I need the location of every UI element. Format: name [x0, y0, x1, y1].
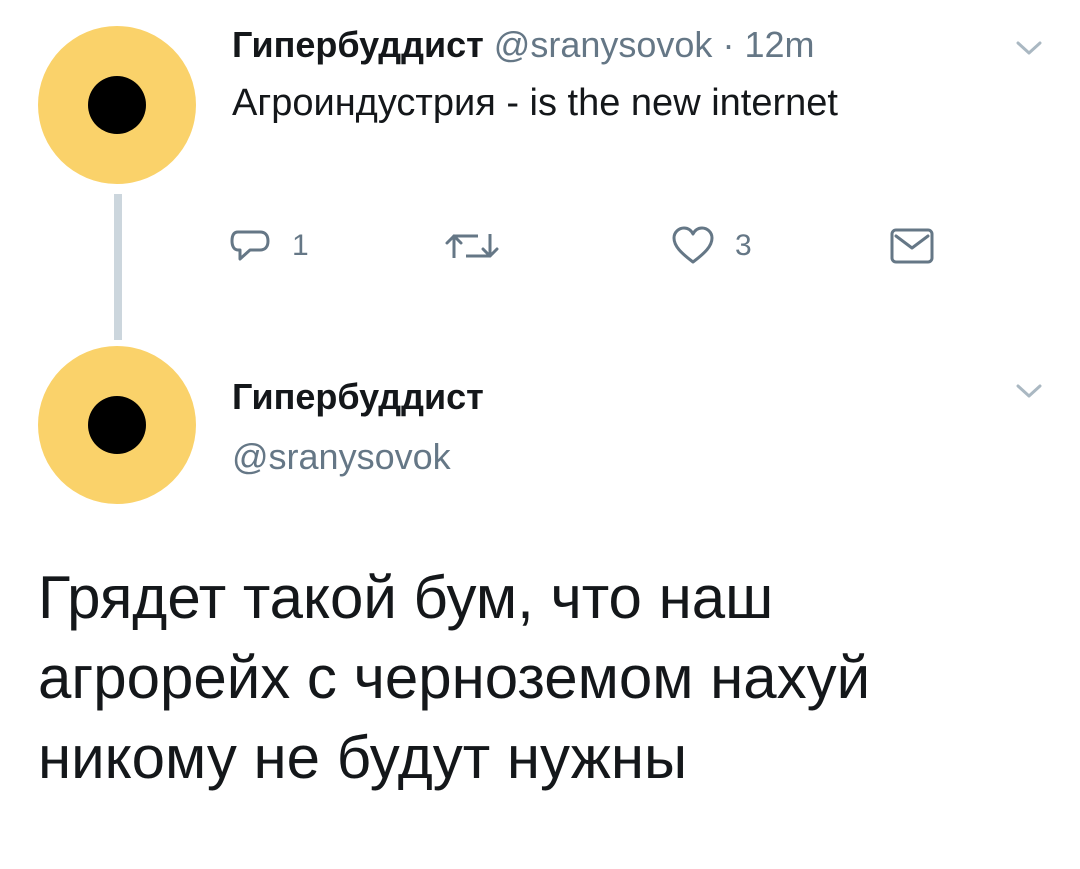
reply-count: 1 — [292, 229, 309, 262]
thread-connector-line — [114, 194, 122, 340]
like-count: 3 — [735, 229, 752, 262]
header-separator: · — [722, 24, 735, 65]
heart-icon — [672, 226, 714, 264]
chevron-down-icon[interactable] — [1014, 38, 1044, 58]
avatar-dot — [88, 76, 146, 134]
chevron-down-icon[interactable] — [1014, 381, 1044, 401]
like-button[interactable]: 3 — [671, 224, 752, 268]
tweet-timestamp[interactable]: 12m — [744, 24, 814, 65]
tweet-text-line: агрорейх с черноземом нахуй — [38, 644, 871, 711]
direct-message-button[interactable] — [888, 224, 936, 268]
envelope-icon — [890, 228, 934, 264]
author-handle[interactable]: @sranysovok — [494, 24, 713, 65]
author-handle[interactable]: @sranysovok — [232, 436, 451, 478]
reply-button[interactable]: 1 — [228, 224, 309, 268]
author-name[interactable]: Гипербуддист — [232, 24, 484, 65]
author-name[interactable]: Гипербуддист — [232, 376, 484, 418]
tweet-header: Гипербуддист @sranysovok · 12m — [232, 24, 814, 66]
tweet-text-line: Грядет такой бум, что наш — [38, 564, 774, 631]
avatar-dot — [88, 396, 146, 454]
avatar[interactable] — [38, 346, 196, 504]
retweet-button[interactable] — [444, 224, 520, 268]
tweet-text-line: никому не будут нужны — [38, 724, 688, 791]
reply-icon — [230, 230, 270, 261]
avatar[interactable] — [38, 26, 196, 184]
tweet-text: Грядет такой бум, что наш агрорейх с чер… — [38, 558, 1038, 798]
retweet-icon — [445, 234, 499, 258]
tweet-text: Агроиндустрия - is the new internet — [232, 82, 838, 124]
